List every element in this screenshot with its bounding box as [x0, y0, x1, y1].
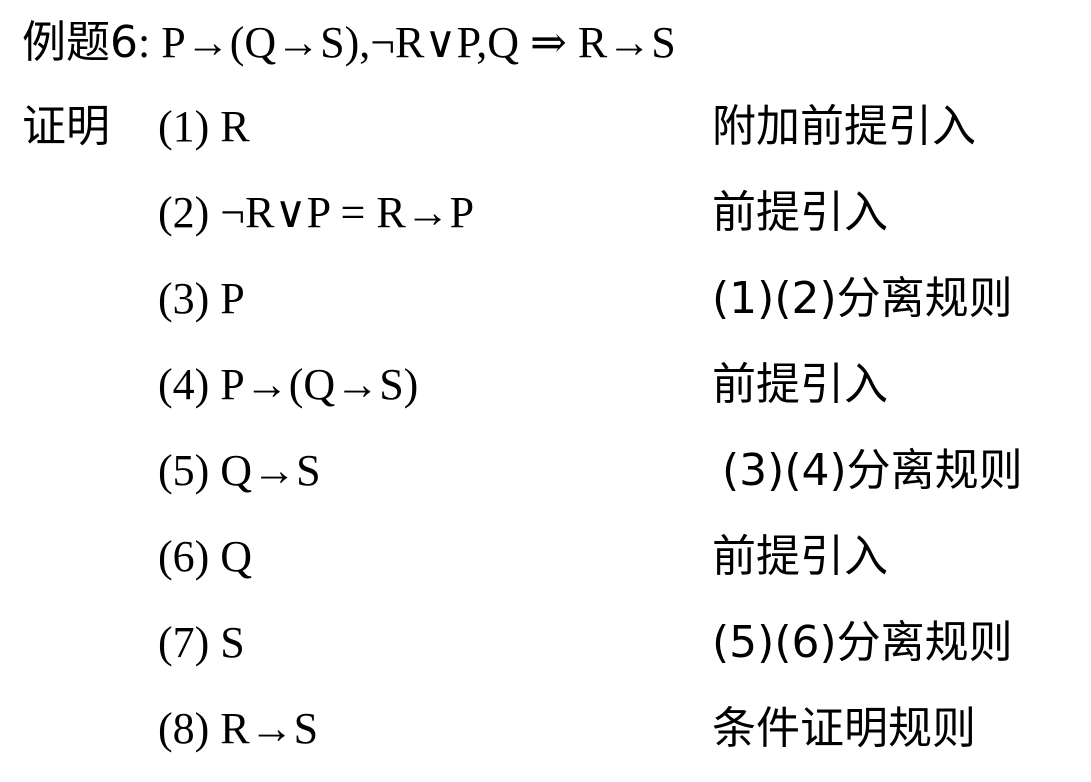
proof-step-8: (8) R→S 条件证明规则 — [0, 694, 1091, 780]
proof-step-3: (3) P (1)(2)分离规则 — [0, 264, 1091, 350]
step-reason: (1)(2)分离规则 — [712, 273, 1013, 324]
step-reason: 附加前提引入 — [712, 101, 976, 152]
step-reason: 前提引入 — [712, 359, 888, 410]
slide-page: 例题6: P→(Q→S),¬R∨P,Q ⇒ R→S 证明 (1) R 附加前提引… — [0, 0, 1091, 782]
step-formula: (8) R→S — [158, 704, 319, 753]
step-reason: 前提引入 — [712, 531, 888, 582]
step-formula: (6) Q — [158, 532, 253, 581]
example-title: 例题6: P→(Q→S),¬R∨P,Q ⇒ R→S — [22, 8, 676, 78]
step-formula: (7) S — [158, 618, 245, 667]
step-reason: (3)(4)分离规则 — [722, 445, 1023, 496]
proof-step-1: (1) R 附加前提引入 — [0, 92, 1091, 178]
proof-step-4: (4) P→(Q→S) 前提引入 — [0, 350, 1091, 436]
step-formula: (5) Q→S — [158, 446, 321, 495]
proof-step-6: (6) Q 前提引入 — [0, 522, 1091, 608]
step-formula: (2) ¬R∨P = R→P — [158, 188, 475, 237]
example-label: 例题6 — [22, 17, 138, 68]
step-formula: (1) R — [158, 102, 250, 151]
step-formula: (4) P→(Q→S) — [158, 360, 419, 409]
proof-step-5: (5) Q→S (3)(4)分离规则 — [0, 436, 1091, 522]
proof-step-7: (7) S (5)(6)分离规则 — [0, 608, 1091, 694]
step-formula: (3) P — [158, 274, 245, 323]
proof-step-2: (2) ¬R∨P = R→P 前提引入 — [0, 178, 1091, 264]
proof-steps: (1) R 附加前提引入 (2) ¬R∨P = R→P 前提引入 (3) P (… — [0, 92, 1091, 780]
step-reason: (5)(6)分离规则 — [712, 617, 1013, 668]
step-reason: 条件证明规则 — [712, 703, 976, 754]
example-statement: : P→(Q→S),¬R∨P,Q ⇒ R→S — [138, 18, 676, 67]
step-reason: 前提引入 — [712, 187, 888, 238]
